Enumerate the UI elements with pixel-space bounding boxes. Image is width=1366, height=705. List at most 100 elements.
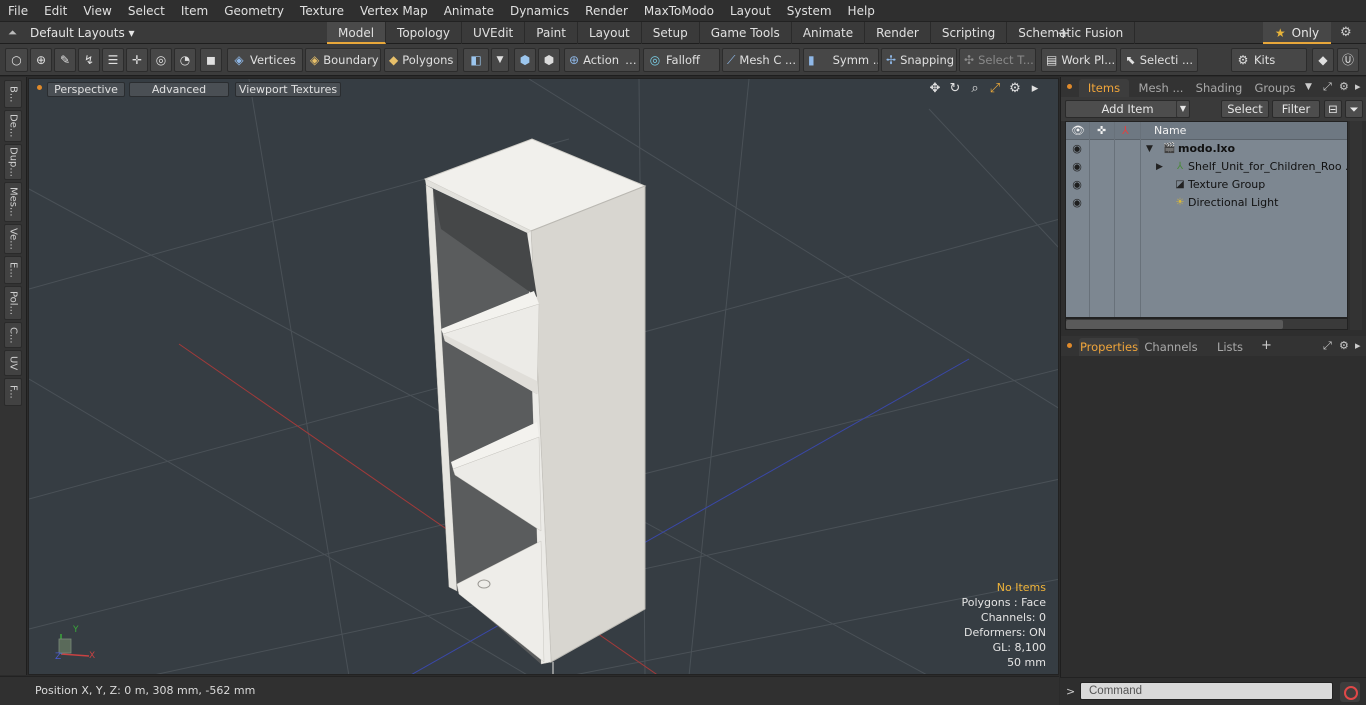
menu-vertex-map[interactable]: Vertex Map [352,0,436,22]
unreal-button[interactable]: Ⓤ [1337,48,1359,72]
tab-animate[interactable]: Animate [792,22,866,44]
tool-tab-vertex[interactable]: Ve... [4,224,22,254]
brush-button[interactable]: ↯ [78,48,100,72]
menu-edit[interactable]: Edit [36,0,75,22]
tab-channels[interactable]: Channels [1143,338,1199,356]
menu-dynamics[interactable]: Dynamics [502,0,577,22]
tab-model[interactable]: Model [327,22,387,44]
collapse-arrow-icon[interactable]: ▼ [1146,143,1156,155]
vertices-button[interactable]: ◈ Vertices [227,48,303,72]
tab-topology[interactable]: Topology [386,22,463,44]
menu-layout[interactable]: Layout [722,0,779,22]
tool-tab-polygon[interactable]: Pol... [4,286,22,320]
locator-column-icon[interactable]: ⅄ [1122,122,1129,140]
tabs-more-icon[interactable]: ▼ [1305,79,1312,95]
add-item-dropdown-icon[interactable]: ▼ [1176,100,1190,118]
item-mode-button[interactable]: ◼ [200,48,222,72]
shelf-unit-model[interactable] [423,138,647,675]
select-circle-button[interactable]: ○ [5,48,28,72]
menu-maxtomodo[interactable]: MaxToModo [636,0,722,22]
select-through-button[interactable]: ✣ Select T... [959,48,1036,72]
maximize-view-icon[interactable]: ⤢ [988,81,1002,97]
clock-button[interactable]: ◔ [174,48,196,72]
action-center-button[interactable]: ⊕ Action… [564,48,640,72]
item-row-scene[interactable]: ◉ ▼ 🎬 modo.lxo [1066,140,1347,158]
tool-tab-deform[interactable]: De... [4,110,22,142]
items-horizontal-scrollbar[interactable] [1065,318,1348,330]
add-tab-icon[interactable]: + [1261,338,1272,354]
viewport-menu-dot[interactable] [37,85,42,90]
tool-tab-edge[interactable]: E... [4,256,22,284]
visibility-eye-icon[interactable]: ◉ [1070,178,1084,192]
unity-button[interactable]: ◆ [1312,48,1334,72]
snapping-button[interactable]: ✢ Snapping [881,48,957,72]
kits-button[interactable]: ⚙ Kits [1231,48,1307,72]
add-tab-icon[interactable]: + [1057,22,1071,44]
properties-panel-menu-dot[interactable] [1067,343,1072,348]
move-view-icon[interactable]: ✥ [928,81,942,97]
command-history-icon[interactable]: > [1066,685,1075,698]
scrollbar-thumb[interactable] [1066,320,1283,329]
globe-button[interactable]: ⊕ [30,48,52,72]
only-toggle[interactable]: ★ Only [1263,22,1331,44]
item-row-texture-group[interactable]: ◉ ◪ Texture Group [1066,176,1347,194]
tool-tab-mesh-edit[interactable]: Mes... [4,182,22,222]
command-input[interactable]: Command [1080,682,1333,700]
tool-tab-duplicate[interactable]: Dup... [4,144,22,180]
perspective-dropdown[interactable]: Perspective [47,82,125,97]
visibility-eye-icon[interactable]: ◉ [1070,142,1084,156]
tab-mesh[interactable]: Mesh ... [1133,79,1189,97]
collapse-icon[interactable]: ⊟ [1324,100,1342,118]
work-plane-button[interactable]: ▤ Work Pl... [1041,48,1117,72]
panel-maximize-icon[interactable]: ⤢ [1323,79,1332,95]
menu-animate[interactable]: Animate [436,0,502,22]
zoom-view-icon[interactable]: ⌕ [968,81,982,97]
symmetry-toggle-a[interactable]: ⬢ [514,48,536,72]
polygons-button[interactable]: ◆ Polygons [384,48,458,72]
advanced-dropdown[interactable]: Advanced [129,82,229,97]
center-button[interactable]: ✛ [126,48,148,72]
symmetry-button[interactable]: ▮ Symm ... [803,48,879,72]
rotate-view-icon[interactable]: ↻ [948,81,962,97]
menu-texture[interactable]: Texture [292,0,352,22]
gear-icon[interactable]: ⚙ [1340,25,1356,41]
panel-settings-icon[interactable]: ⚙ [1339,338,1349,354]
pen-button[interactable]: ✎ [54,48,76,72]
tool-tab-curve[interactable]: C... [4,322,22,348]
tool-tab-fusion[interactable]: F... [4,378,22,406]
menu-system[interactable]: System [779,0,840,22]
menu-item[interactable]: Item [173,0,216,22]
lock-column-icon[interactable]: ✜ [1097,122,1106,140]
select-button[interactable]: Select [1221,100,1269,118]
tab-setup[interactable]: Setup [642,22,700,44]
layout-up-icon[interactable]: ⏶ [8,27,20,39]
frame-button[interactable]: ◎ [150,48,172,72]
visibility-eye-icon[interactable]: ◉ [1070,160,1084,174]
tool-tab-basic[interactable]: B... [4,80,22,108]
expand-arrow-icon[interactable]: ▶ [1156,161,1166,173]
tool-tab-uv[interactable]: UV [4,350,22,376]
menu-file[interactable]: File [0,0,36,22]
material-dropdown[interactable]: ▼ [491,48,509,72]
item-row-shelf-mesh[interactable]: ◉ ▶ ⅄ Shelf_Unit_for_Children_Roo ... [1066,158,1347,176]
panel-settings-icon[interactable]: ⚙ [1339,79,1349,95]
menu-render[interactable]: Render [577,0,636,22]
panel-expand-icon[interactable]: ▸ [1355,79,1361,95]
symmetry-toggle-b[interactable]: ⬢ [538,48,560,72]
viewport-textures-dropdown[interactable]: Viewport Textures [235,82,341,97]
3d-viewport[interactable]: Y X Z Perspective Advanced Viewport Text… [28,78,1059,675]
tab-game-tools[interactable]: Game Tools [700,22,792,44]
panel-expand-icon[interactable]: ▸ [1355,338,1361,354]
menu-help[interactable]: Help [840,0,883,22]
items-panel-menu-dot[interactable] [1067,84,1072,89]
layouts-dropdown[interactable]: Default Layouts ▾ [30,22,135,44]
tab-schematic-fusion[interactable]: Schematic Fusion [1007,22,1136,44]
falloff-button[interactable]: ◎ Falloff [643,48,720,72]
visibility-eye-icon[interactable]: ◉ [1070,196,1084,210]
tab-scripting[interactable]: Scripting [931,22,1008,44]
visibility-column-icon[interactable]: 👁 [1071,122,1085,140]
filter-button[interactable]: Filter [1272,100,1320,118]
tab-items[interactable]: Items [1079,79,1129,97]
tab-paint[interactable]: Paint [525,22,578,44]
tab-uvedit[interactable]: UVEdit [462,22,526,44]
